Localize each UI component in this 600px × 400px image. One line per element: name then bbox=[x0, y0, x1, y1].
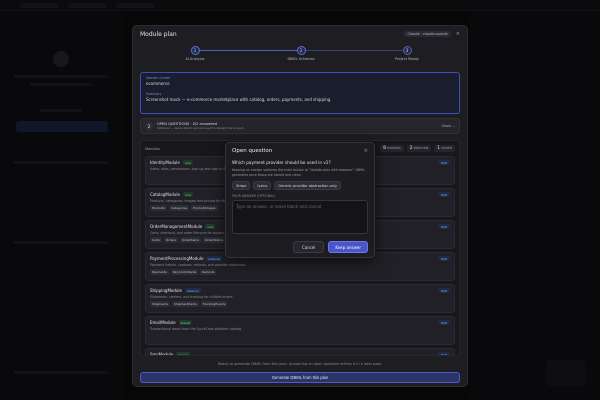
step-label: Project Ready bbox=[395, 57, 419, 61]
footer-note: Ready to generate DBML from this plan. A… bbox=[217, 362, 383, 366]
question-note: Keeping an answer switches the main butt… bbox=[232, 168, 365, 177]
answer-input[interactable] bbox=[232, 200, 368, 234]
edit-module-button[interactable]: Edit bbox=[438, 160, 450, 165]
stat-label: shared bbox=[441, 146, 452, 150]
stat-label: modules bbox=[387, 146, 401, 150]
step-project-ready: 3 Project Ready bbox=[367, 46, 447, 61]
option-iyzico[interactable]: Iyzico bbox=[253, 181, 272, 190]
module-tags: Payments PaymentIntents Refunds bbox=[150, 268, 450, 275]
dialog-title: Open question bbox=[232, 148, 273, 154]
dialog-actions: Cancel Keep answer bbox=[232, 241, 368, 253]
step-label: DBML Schemas bbox=[287, 57, 315, 61]
module-badge: shared bbox=[178, 320, 193, 325]
entity-tag: Orders bbox=[163, 236, 178, 243]
open-questions-toggle[interactable]: Show ⌄ bbox=[441, 124, 455, 128]
step-dbml-schemas: 2 DBML Schemas bbox=[261, 46, 341, 61]
entity-tag: Shipments bbox=[150, 300, 170, 307]
module-badge: core bbox=[182, 192, 193, 197]
keep-answer-button[interactable]: Keep answer bbox=[328, 241, 368, 253]
open-questions-subtitle: Optional — leave blank and proceed to de… bbox=[157, 126, 245, 130]
module-name: CatalogModule bbox=[150, 192, 180, 197]
entity-tag: Carts bbox=[150, 236, 162, 243]
edit-module-button[interactable]: Edit bbox=[438, 320, 450, 325]
entity-tag: Products bbox=[150, 204, 167, 211]
cancel-button[interactable]: Cancel bbox=[292, 241, 325, 253]
module-card[interactable]: EmailModule shared Transactional email fro… bbox=[145, 316, 455, 345]
entity-tag: ShipmentItems bbox=[171, 300, 199, 307]
entity-tag: ProductImages bbox=[191, 204, 218, 211]
stat-label: externals bbox=[413, 146, 429, 150]
step-ai-analysis: 1 AI Analysis bbox=[155, 46, 235, 61]
module-badge: core bbox=[205, 224, 216, 229]
stat-externals: 2externals bbox=[406, 145, 432, 152]
open-questions-count: 2 bbox=[145, 122, 153, 130]
close-icon[interactable]: × bbox=[364, 148, 368, 154]
entity-tag: Categories bbox=[168, 204, 190, 211]
entity-tag: Payments bbox=[150, 268, 169, 275]
entity-tag: TrackingEvents bbox=[200, 300, 228, 307]
module-name: OrderManagementModule bbox=[150, 224, 203, 229]
stat-number: 8 bbox=[383, 146, 386, 151]
edit-module-button[interactable]: Edit bbox=[438, 192, 450, 197]
module-description: Transactional email from the QuickCode p… bbox=[150, 326, 243, 331]
modal-header: Module plan Claude · claude-sonnet × bbox=[133, 26, 467, 42]
edit-module-button[interactable]: Edit bbox=[438, 256, 450, 261]
plan-summary: Domain cluster ecommerce Summary Screens… bbox=[140, 72, 460, 114]
entity-tag: PaymentIntents bbox=[170, 268, 199, 275]
summary-value: Screenshot mock — e-commerce marketplace… bbox=[146, 97, 332, 102]
edit-module-button[interactable]: Edit bbox=[438, 352, 450, 355]
entity-tag: OrderStatus bbox=[202, 236, 226, 243]
module-tags: Shipments ShipmentItems TrackingEvents bbox=[150, 300, 450, 307]
chevron-down-icon: ⌄ bbox=[452, 124, 455, 128]
module-badge: external bbox=[185, 288, 201, 293]
module-name: EmailModule bbox=[150, 320, 176, 325]
module-badge: external bbox=[206, 256, 222, 261]
stat-modules: 8modules bbox=[380, 145, 404, 152]
generate-dbml-button[interactable]: Generate DBML from this plan bbox=[140, 372, 460, 383]
domain-value: ecommerce bbox=[146, 81, 170, 86]
module-card[interactable]: SmsModulesharedSMS notifications from th… bbox=[145, 348, 455, 356]
option-generic-provider[interactable]: Generic provider abstraction only bbox=[274, 181, 342, 190]
module-card[interactable]: ShippingModule external Shipments, carrier… bbox=[145, 284, 455, 313]
summary-caption: Summary bbox=[146, 92, 162, 96]
modal-title: Module plan bbox=[140, 30, 177, 38]
toggle-label: Show bbox=[441, 124, 451, 128]
step-number: 3 bbox=[402, 46, 412, 55]
entity-tag: Refunds bbox=[200, 268, 217, 275]
open-question-dialog: Open question × Which payment provider s… bbox=[225, 142, 375, 258]
progress-stepper: 1 AI Analysis 2 DBML Schemas 3 Project R… bbox=[133, 46, 467, 68]
step-number: 1 bbox=[190, 46, 200, 55]
stat-shared: 1shared bbox=[434, 145, 455, 152]
answer-options: Stripe Iyzico Generic provider abstracti… bbox=[232, 181, 368, 190]
module-description: Shipments, carriers, and tracking for fu… bbox=[150, 294, 234, 299]
stat-number: 1 bbox=[437, 146, 441, 151]
module-name: SmsModule bbox=[150, 352, 174, 356]
option-stripe[interactable]: Stripe bbox=[232, 181, 251, 190]
edit-module-button[interactable]: Edit bbox=[438, 224, 450, 229]
module-name: IdentityModule bbox=[150, 160, 180, 165]
module-name: ShippingModule bbox=[150, 288, 182, 293]
step-number: 2 bbox=[296, 46, 306, 55]
domain-caption: Domain cluster bbox=[146, 76, 171, 80]
question-text: Which payment provider should be used in… bbox=[232, 160, 331, 165]
provider-chip: Claude · claude-sonnet bbox=[404, 31, 451, 37]
edit-module-button[interactable]: Edit bbox=[438, 288, 450, 293]
module-badge: core bbox=[182, 160, 193, 165]
step-label: AI Analysis bbox=[185, 57, 205, 61]
module-name: PaymentProcessingModule bbox=[150, 256, 204, 261]
dialog-header: Open question × bbox=[232, 148, 368, 154]
answer-label: YOUR ANSWER (OPTIONAL) bbox=[232, 194, 276, 198]
open-questions-bar[interactable]: 2 OPEN QUESTIONS · 0/2 answered Optional… bbox=[140, 118, 460, 134]
close-icon[interactable]: × bbox=[456, 31, 460, 37]
module-badge: shared bbox=[176, 352, 190, 356]
module-description: Payment intents, captures, refunds, and … bbox=[150, 262, 247, 267]
entity-tag: OrderItems bbox=[180, 236, 201, 243]
